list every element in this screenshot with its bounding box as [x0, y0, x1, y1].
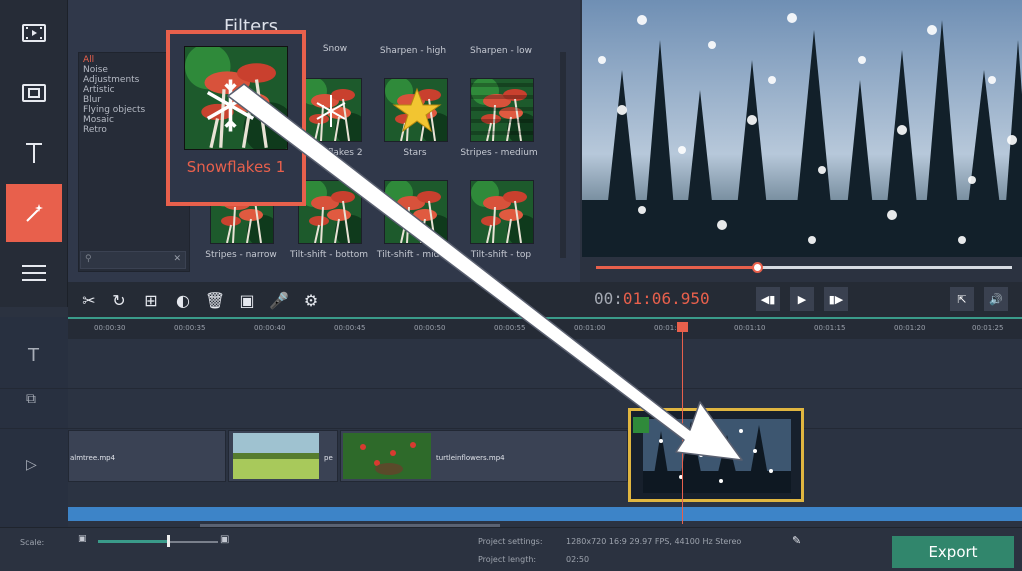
track-headers: T ⧉ ▷	[0, 317, 68, 527]
zoom-out-icon[interactable]: ▣	[78, 534, 87, 544]
ruler-tick: 00:00:45	[334, 324, 366, 332]
filter-label: Stripes - medium	[460, 148, 538, 158]
time-ruler[interactable]	[68, 317, 1022, 339]
scale-slider-fill	[98, 540, 168, 543]
clip-label: pe	[324, 454, 333, 462]
project-length-label: Project length:	[478, 555, 537, 564]
ruler-tick: 00:01:00	[574, 324, 606, 332]
video-clip[interactable]	[228, 430, 338, 482]
highlighted-filter-label: Snowflakes 1	[186, 158, 286, 176]
ruler-tick: 00:01:20	[894, 324, 926, 332]
tool-rail	[0, 0, 68, 307]
delete-icon[interactable]: 🗑	[204, 289, 226, 311]
microphone-icon[interactable]: 🎤	[268, 289, 290, 311]
filter-label: Sharpen - high	[379, 46, 447, 56]
color-adjust-icon[interactable]: ◐	[172, 289, 194, 311]
export-button[interactable]: Export	[892, 536, 1014, 568]
crop-icon[interactable]: ⊞	[140, 289, 162, 311]
filter-label: Stars	[403, 148, 427, 158]
timecode-prefix: 00:	[594, 289, 623, 308]
filter-label: Tilt-shift - bottom	[290, 250, 368, 260]
import-icon[interactable]	[6, 4, 62, 62]
filter-label: Tilt-shift - middle	[376, 250, 454, 260]
track-divider	[0, 388, 1022, 389]
filters-scrollbar[interactable]	[560, 52, 566, 258]
zoom-in-icon[interactable]: ▣	[220, 534, 229, 545]
ruler-tick: 00:01:25	[972, 324, 1004, 332]
playhead-handle[interactable]	[677, 322, 688, 332]
titles-icon[interactable]	[6, 124, 62, 182]
ruler-tick: 00:00:55	[494, 324, 526, 332]
next-frame-icon[interactable]: ▮▶	[824, 287, 848, 311]
clip-label: almtree.mp4	[70, 454, 116, 462]
text-track-icon[interactable]: T	[28, 345, 39, 366]
filter-thumbnail-tilt-shift-middle[interactable]	[384, 180, 448, 244]
ruler-tick: 00:00:40	[254, 324, 286, 332]
filter-thumbnail-tilt-shift-top[interactable]	[470, 180, 534, 244]
filter-label: Sharpen - low	[470, 46, 532, 56]
scale-slider-handle[interactable]	[167, 535, 170, 547]
cut-icon[interactable]: ✂	[78, 289, 100, 311]
video-track-icon[interactable]: ▷	[26, 457, 37, 473]
category-search-input[interactable]: ⚲ ✕	[80, 251, 186, 269]
volume-icon[interactable]: 🔊	[984, 287, 1008, 311]
seek-progress	[596, 266, 758, 269]
search-icon: ⚲	[85, 254, 92, 264]
ruler-tick: 00:00:35	[174, 324, 206, 332]
image-icon[interactable]: ▣	[236, 289, 258, 311]
audio-track[interactable]	[68, 507, 1022, 521]
filter-thumbnail-stars[interactable]	[384, 78, 448, 142]
filters-magic-wand-icon[interactable]	[6, 184, 62, 242]
playhead[interactable]	[682, 324, 683, 524]
menu-icon[interactable]	[6, 244, 62, 302]
project-settings-label: Project settings:	[478, 537, 543, 546]
transitions-icon[interactable]	[6, 64, 62, 122]
previous-frame-icon[interactable]: ◀▮	[756, 287, 780, 311]
status-bar	[0, 527, 1022, 571]
ruler-tick: 00:01:10	[734, 324, 766, 332]
ruler-tick: 00:01:15	[814, 324, 846, 332]
filter-label: Tilt-shift - top	[470, 250, 532, 260]
filter-thumbnail-stripes-medium[interactable]	[470, 78, 534, 142]
dragged-clip-with-filter[interactable]	[628, 408, 804, 502]
timecode: 00:01:06.950	[594, 289, 710, 308]
rotate-icon[interactable]: ↻	[108, 289, 130, 311]
filter-thumbnail-tilt-shift-bottom[interactable]	[298, 180, 362, 244]
track-divider	[0, 428, 1022, 429]
timecode-value: 01:06.950	[622, 289, 710, 308]
ruler-tick: 00:00:30	[94, 324, 126, 332]
filter-thumbnail-snowflakes-1[interactable]	[184, 46, 288, 150]
project-settings-value: 1280x720 16:9 29.97 FPS, 44100 Hz Stereo	[566, 537, 742, 546]
clear-icon[interactable]: ✕	[173, 254, 181, 264]
overlay-track-icon[interactable]: ⧉	[26, 391, 36, 407]
video-preview	[582, 0, 1022, 257]
filter-label: Stripes - narrow	[205, 250, 277, 260]
seek-handle[interactable]	[752, 262, 763, 273]
scale-label: Scale:	[20, 538, 45, 547]
edit-pencil-icon[interactable]: ✎	[792, 534, 801, 547]
clip-label: turtleinflowers.mp4	[436, 454, 505, 462]
play-icon[interactable]: ▶	[790, 287, 814, 311]
project-length-value: 02:50	[566, 555, 590, 564]
fullscreen-icon[interactable]: ⇱	[950, 287, 974, 311]
ruler-tick: 00:00:50	[414, 324, 446, 332]
filter-thumbnail-snowflakes-2[interactable]	[298, 78, 362, 142]
settings-gear-icon[interactable]: ⚙	[300, 289, 322, 311]
